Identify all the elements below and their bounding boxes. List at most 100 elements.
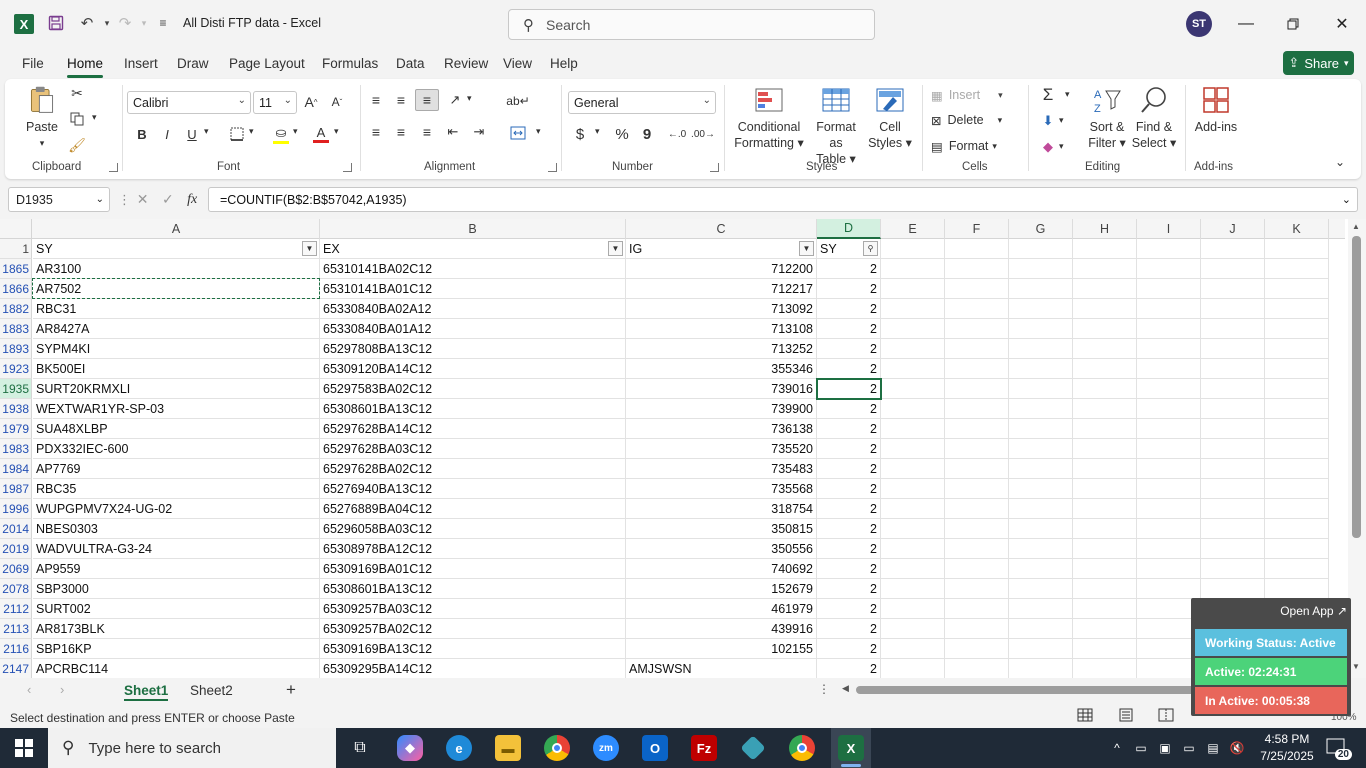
empty-cell[interactable] bbox=[1009, 319, 1073, 339]
row-header[interactable]: 2014 bbox=[0, 519, 32, 539]
row-header[interactable]: 1979 bbox=[0, 419, 32, 439]
empty-cell[interactable] bbox=[1009, 299, 1073, 319]
empty-cell[interactable] bbox=[1201, 279, 1265, 299]
empty-cell[interactable] bbox=[945, 459, 1009, 479]
table-cell[interactable]: 736138 bbox=[626, 419, 817, 439]
empty-cell[interactable] bbox=[1009, 399, 1073, 419]
table-cell[interactable]: PDX332IEC-600 bbox=[33, 439, 320, 459]
empty-cell[interactable] bbox=[1009, 339, 1073, 359]
table-cell[interactable]: AR8173BLK bbox=[33, 619, 320, 639]
row-header[interactable]: 2147 bbox=[0, 659, 32, 678]
restore-icon[interactable] bbox=[1270, 10, 1316, 38]
empty-cell[interactable] bbox=[1137, 339, 1201, 359]
table-cell[interactable]: 713092 bbox=[626, 299, 817, 319]
increase-indent-icon[interactable]: ⇥ bbox=[470, 123, 488, 141]
empty-cell[interactable] bbox=[1073, 379, 1137, 399]
borders-icon[interactable] bbox=[227, 125, 247, 143]
row-header[interactable]: 1987 bbox=[0, 479, 32, 499]
scroll-left-icon[interactable]: ◀ bbox=[842, 683, 849, 694]
row-header[interactable]: 1938 bbox=[0, 399, 32, 419]
table-cell[interactable]: AP9559 bbox=[33, 559, 320, 579]
empty-cell[interactable] bbox=[1265, 379, 1329, 399]
filter-dropdown-icon[interactable]: ▼ bbox=[799, 241, 814, 256]
column-header-e[interactable]: E bbox=[881, 219, 945, 239]
empty-cell[interactable] bbox=[945, 619, 1009, 639]
empty-cell[interactable] bbox=[1073, 599, 1137, 619]
underline-button[interactable]: U bbox=[182, 123, 202, 145]
table-cell[interactable]: 65297628BA02C12 bbox=[320, 459, 626, 479]
empty-cell[interactable] bbox=[945, 399, 1009, 419]
search-input[interactable]: ⚲ Search bbox=[508, 9, 875, 40]
table-cell[interactable]: 65309120BA14C12 bbox=[320, 359, 626, 379]
sort-filter-button[interactable]: AZ Sort & Filter ▾ bbox=[1085, 85, 1129, 151]
empty-cell[interactable] bbox=[1201, 239, 1265, 259]
scroll-up-icon[interactable]: ▲ bbox=[1352, 222, 1360, 231]
table-cell[interactable]: 2 bbox=[817, 479, 881, 499]
row-header[interactable]: 1983 bbox=[0, 439, 32, 459]
filter-active-icon[interactable]: ⚲ bbox=[863, 241, 878, 256]
table-cell[interactable]: 712200 bbox=[626, 259, 817, 279]
empty-cell[interactable] bbox=[1073, 459, 1137, 479]
tab-split-handle[interactable]: ⋮ bbox=[818, 682, 830, 696]
fill-color-dropdown-icon[interactable]: ▾ bbox=[293, 126, 298, 137]
empty-cell[interactable] bbox=[881, 259, 945, 279]
copy-dropdown-icon[interactable]: ▾ bbox=[92, 112, 97, 123]
table-cell[interactable]: 65276940BA13C12 bbox=[320, 479, 626, 499]
row-header[interactable]: 2113 bbox=[0, 619, 32, 639]
empty-cell[interactable] bbox=[945, 579, 1009, 599]
empty-cell[interactable] bbox=[1265, 399, 1329, 419]
insert-cells-button[interactable]: ▦ Insert ▾ bbox=[931, 86, 1003, 104]
table-cell[interactable]: AP7769 bbox=[33, 459, 320, 479]
empty-cell[interactable] bbox=[1201, 459, 1265, 479]
avatar[interactable]: ST bbox=[1186, 11, 1212, 37]
empty-cell[interactable] bbox=[881, 499, 945, 519]
column-header-h[interactable]: H bbox=[1073, 219, 1137, 239]
table-cell[interactable]: 65276889BA04C12 bbox=[320, 499, 626, 519]
decrease-font-size-icon[interactable]: Aˇ bbox=[327, 92, 347, 112]
tab-view[interactable]: View bbox=[503, 56, 532, 71]
align-left-icon[interactable]: ≡ bbox=[367, 123, 385, 141]
row-header[interactable]: 2116 bbox=[0, 639, 32, 659]
number-launcher-icon[interactable] bbox=[710, 163, 719, 172]
empty-cell[interactable] bbox=[881, 519, 945, 539]
row-header[interactable]: 1996 bbox=[0, 499, 32, 519]
empty-cell[interactable] bbox=[1201, 399, 1265, 419]
empty-cell[interactable] bbox=[945, 559, 1009, 579]
empty-cell[interactable] bbox=[1265, 479, 1329, 499]
row-header[interactable]: 1935 bbox=[0, 379, 32, 399]
table-cell[interactable]: 2 bbox=[817, 559, 881, 579]
table-cell[interactable]: 713252 bbox=[626, 339, 817, 359]
table-cell[interactable]: 350556 bbox=[626, 539, 817, 559]
tab-draw[interactable]: Draw bbox=[177, 56, 209, 71]
empty-cell[interactable] bbox=[1009, 639, 1073, 659]
share-button[interactable]: ⇪ Share ▾ bbox=[1283, 51, 1354, 75]
conditional-formatting-button[interactable]: Conditional Formatting ▾ bbox=[731, 85, 807, 151]
filezilla-icon[interactable]: Fz bbox=[684, 728, 724, 768]
empty-cell[interactable] bbox=[1201, 499, 1265, 519]
table-cell[interactable]: 318754 bbox=[626, 499, 817, 519]
clipboard-launcher-icon[interactable] bbox=[109, 163, 118, 172]
empty-cell[interactable] bbox=[1073, 299, 1137, 319]
empty-cell[interactable] bbox=[945, 539, 1009, 559]
table-cell[interactable]: 735568 bbox=[626, 479, 817, 499]
empty-cell[interactable] bbox=[1137, 519, 1201, 539]
empty-cell[interactable] bbox=[1009, 659, 1073, 678]
sheet-tab-sheet1[interactable]: Sheet1 bbox=[124, 678, 169, 702]
clear-dropdown-icon[interactable]: ▾ bbox=[1059, 141, 1064, 152]
table-cell[interactable]: SBP16KP bbox=[33, 639, 320, 659]
row-header[interactable]: 1923 bbox=[0, 359, 32, 379]
table-cell[interactable]: WEXTWAR1YR-SP-03 bbox=[33, 399, 320, 419]
empty-cell[interactable] bbox=[881, 559, 945, 579]
fill-dropdown-icon[interactable]: ▾ bbox=[1059, 115, 1064, 126]
page-layout-view-icon[interactable] bbox=[1118, 708, 1136, 724]
empty-cell[interactable] bbox=[1201, 579, 1265, 599]
empty-cell[interactable] bbox=[945, 379, 1009, 399]
empty-cell[interactable] bbox=[1265, 579, 1329, 599]
empty-cell[interactable] bbox=[945, 359, 1009, 379]
increase-decimal-icon[interactable]: ←.0 bbox=[666, 123, 688, 145]
table-cell[interactable]: 2 bbox=[817, 499, 881, 519]
align-top-icon[interactable]: ≡ bbox=[367, 91, 385, 109]
autosum-dropdown-icon[interactable]: ▾ bbox=[1065, 89, 1070, 100]
empty-cell[interactable] bbox=[1073, 239, 1137, 259]
empty-cell[interactable] bbox=[1137, 579, 1201, 599]
